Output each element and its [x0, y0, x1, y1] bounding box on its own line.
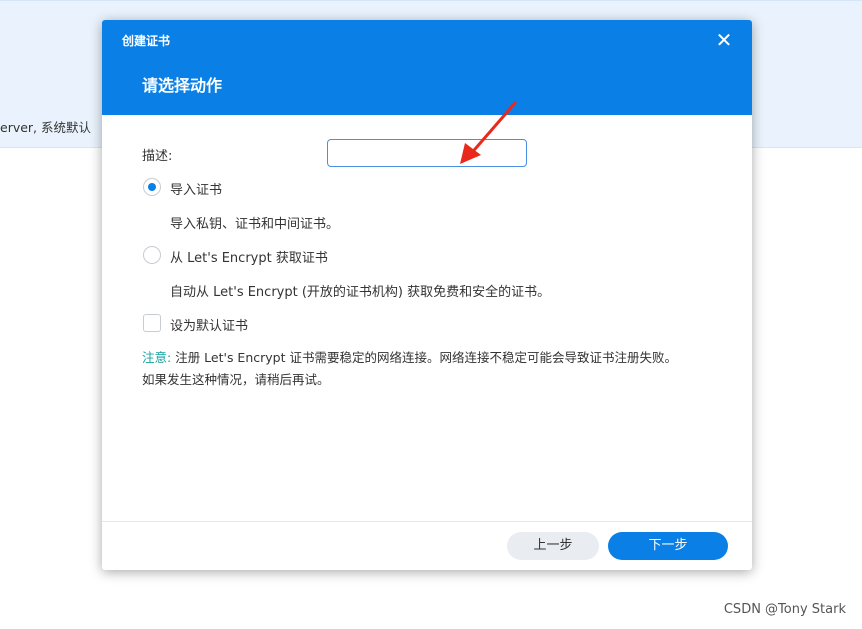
import-certificate-radio[interactable] — [143, 178, 161, 196]
note-line1: 注册 Let's Encrypt 证书需要稳定的网络连接。网络连接不稳定可能会导… — [171, 350, 677, 365]
lets-encrypt-label[interactable]: 从 Let's Encrypt 获取证书 — [170, 247, 328, 266]
note-prefix: 注意: — [142, 350, 172, 365]
import-certificate-description: 导入私钥、证书和中间证书。 — [170, 217, 340, 232]
lets-encrypt-radio[interactable] — [143, 246, 161, 264]
default-certificate-label[interactable]: 设为默认证书 — [170, 315, 248, 334]
lets-encrypt-description: 自动从 Let's Encrypt (开放的证书机构) 获取免费和安全的证书。 — [170, 285, 551, 300]
close-icon[interactable]: ✕ — [712, 28, 736, 52]
dialog-title: 创建证书 — [122, 34, 171, 48]
create-certificate-dialog: 创建证书 ✕ 请选择动作 描述: 导入证书 导入私钥、证书和中间证书。 从 Le… — [102, 20, 752, 570]
background-text: erver, 系统默认 — [0, 120, 92, 135]
dialog-header: 创建证书 ✕ 请选择动作 — [102, 20, 752, 115]
next-button[interactable]: 下一步 — [608, 532, 728, 560]
dialog-subtitle: 请选择动作 — [142, 76, 223, 95]
default-certificate-checkbox[interactable] — [143, 314, 161, 332]
previous-button[interactable]: 上一步 — [507, 532, 599, 560]
note-line2: 如果发生这种情况，请稍后再试。 — [142, 372, 330, 387]
annotation-arrow-icon — [460, 101, 517, 164]
description-label: 描述: — [142, 149, 173, 164]
import-certificate-label[interactable]: 导入证书 — [170, 179, 222, 198]
footer-divider — [102, 521, 752, 522]
watermark: CSDN @Tony Stark — [723, 602, 846, 617]
note-text: 注意: 注册 Let's Encrypt 证书需要稳定的网络连接。网络连接不稳定… — [142, 347, 677, 391]
